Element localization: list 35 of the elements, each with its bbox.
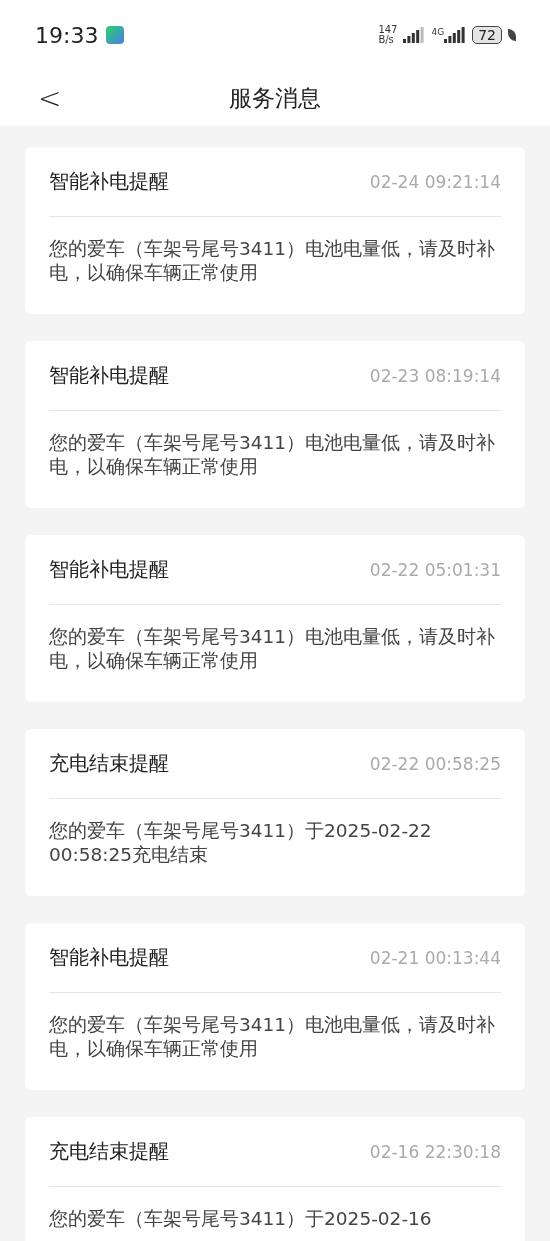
- net-speed-unit: B/s: [378, 35, 395, 45]
- page-title: 服务消息: [229, 83, 321, 113]
- message-card[interactable]: 智能补电提醒 02-24 09:21:14 您的爱车（车架号尾号3411）电池电量低，请及时补电，以确保车辆正常使用: [25, 147, 525, 314]
- clock-time: 19:33: [35, 22, 99, 48]
- message-time: 02-23 08:19:14: [369, 365, 501, 386]
- leaf-icon: [508, 29, 516, 41]
- message-card[interactable]: 充电结束提醒 02-22 00:58:25 您的爱车（车架号尾号3411）于2025-02-22 00:58:25充电结束: [25, 729, 525, 896]
- message-title: 智能补电提醒: [49, 168, 169, 195]
- message-card[interactable]: 智能补电提醒 02-22 05:01:31 您的爱车（车架号尾号3411）电池电量低，请及时补电，以确保车辆正常使用: [25, 535, 525, 702]
- message-card[interactable]: 智能补电提醒 02-21 00:13:44 您的爱车（车架号尾号3411）电池电量低，请及时补电，以确保车辆正常使用: [25, 923, 525, 1090]
- message-title: 充电结束提醒: [49, 1138, 169, 1165]
- message-title: 充电结束提醒: [49, 750, 169, 777]
- message-card[interactable]: 充电结束提醒 02-16 22:30:18 您的爱车（车架号尾号3411）于2025-02-16: [25, 1117, 525, 1241]
- network-type: 4G: [431, 27, 445, 37]
- message-title: 智能补电提醒: [49, 362, 169, 389]
- message-body: 您的爱车（车架号尾号3411）电池电量低，请及时补电，以确保车辆正常使用: [49, 625, 497, 673]
- cell-signal-icon: [444, 27, 467, 43]
- message-time: 02-16 22:30:18: [369, 1141, 501, 1162]
- message-body: 您的爱车（车架号尾号3411）电池电量低，请及时补电，以确保车辆正常使用: [49, 1013, 497, 1061]
- app-icon: [106, 26, 125, 44]
- message-time: 02-22 00:58:25: [369, 753, 501, 774]
- message-body: 您的爱车（车架号尾号3411）电池电量低，请及时补电，以确保车辆正常使用: [49, 237, 497, 285]
- message-title: 智能补电提醒: [49, 556, 169, 583]
- message-body: 您的爱车（车架号尾号3411）于2025-02-22 00:58:25充电结束: [49, 819, 433, 867]
- message-time: 02-22 05:01:31: [369, 559, 501, 580]
- message-body: 您的爱车（车架号尾号3411）电池电量低，请及时补电，以确保车辆正常使用: [49, 431, 497, 479]
- wifi-signal-icon: [403, 27, 426, 43]
- back-button[interactable]: <: [28, 81, 72, 115]
- net-speed-value: 147: [378, 25, 398, 35]
- message-card[interactable]: 智能补电提醒 02-23 08:19:14 您的爱车（车架号尾号3411）电池电量低，请及时补电，以确保车辆正常使用: [25, 341, 525, 508]
- message-time: 02-21 00:13:44: [369, 947, 501, 968]
- battery-icon: 72: [472, 26, 502, 44]
- message-title: 智能补电提醒: [49, 944, 169, 971]
- message-time: 02-24 09:21:14: [369, 171, 501, 192]
- message-body: 您的爱车（车架号尾号3411）于2025-02-16: [49, 1207, 433, 1231]
